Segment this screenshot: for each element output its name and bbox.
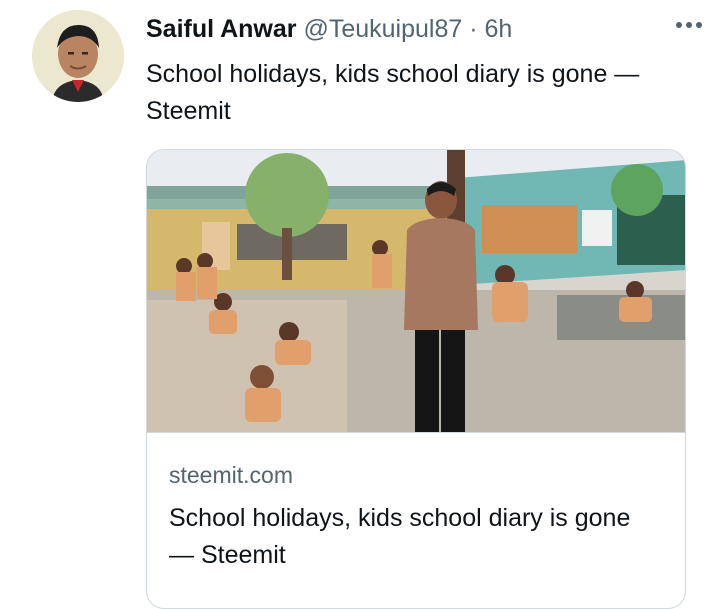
author-avatar[interactable] [32, 10, 124, 102]
card-title: School holidays, kids school diary is go… [169, 504, 631, 569]
more-horizontal-icon [676, 22, 702, 28]
tweet-header: Saiful Anwar @Teukuipul87 · 6h [146, 14, 700, 44]
avatar-photo [32, 10, 124, 102]
author-name[interactable]: Saiful Anwar [146, 15, 297, 43]
card-domain: steemit.com [169, 462, 293, 488]
card-image[interactable] [147, 150, 686, 433]
author-handle[interactable]: @Teukuipul87 [303, 15, 462, 43]
more-options-button[interactable] [672, 12, 706, 38]
tweet-timestamp[interactable]: 6h [485, 15, 513, 43]
separator-dot: · [469, 15, 478, 43]
link-preview-card[interactable]: steemit.com School holidays, kids school… [146, 149, 686, 609]
tweet-text: School holidays, kids school diary is go… [146, 60, 640, 125]
